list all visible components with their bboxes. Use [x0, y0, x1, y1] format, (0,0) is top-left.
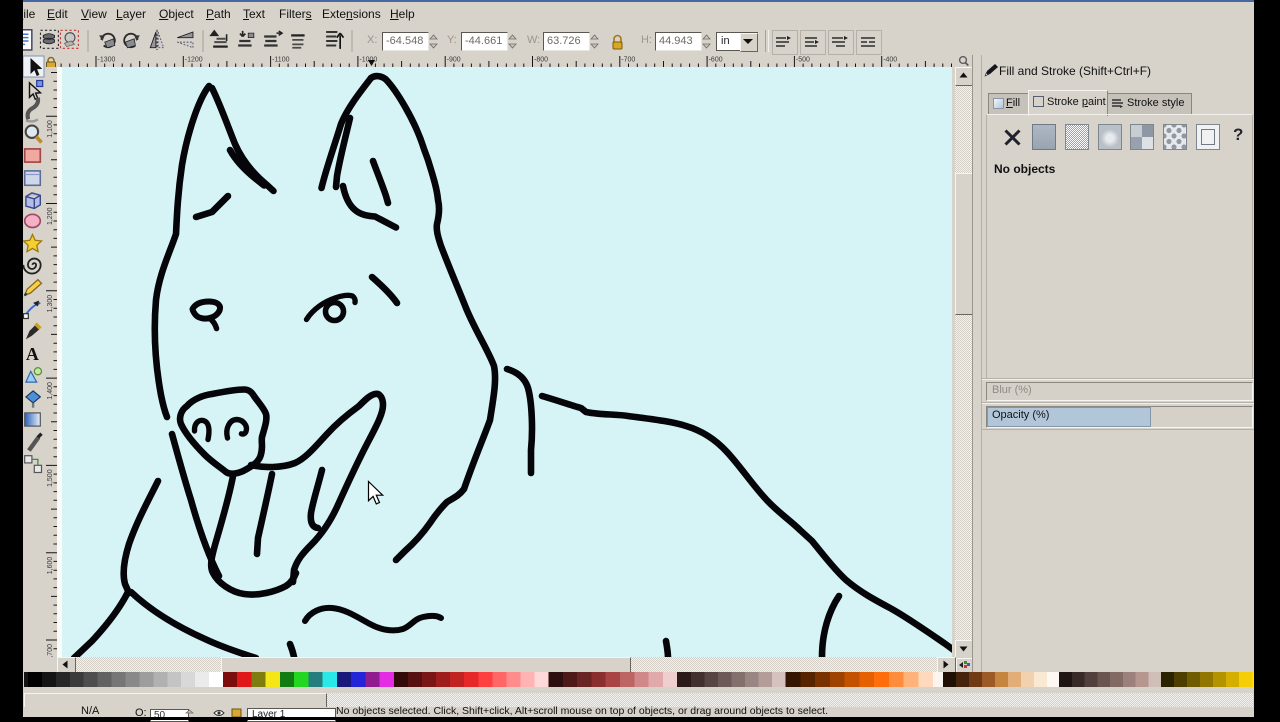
svg-text:-1100: -1100 [272, 57, 289, 64]
svg-text:1,600: 1,600 [47, 557, 54, 575]
svg-text:1,100: 1,100 [47, 120, 54, 138]
svg-text:1,500: 1,500 [47, 469, 54, 487]
svg-text:1,700: 1,700 [47, 644, 54, 657]
svg-text:1,200: 1,200 [47, 207, 54, 225]
svg-text:-400: -400 [883, 57, 897, 64]
svg-text:-800: -800 [534, 57, 548, 64]
svg-text:-1200: -1200 [185, 57, 203, 64]
svg-text:A: A [26, 344, 39, 364]
svg-text:-1300: -1300 [98, 57, 116, 64]
svg-text:-600: -600 [709, 57, 723, 64]
svg-text:1,400: 1,400 [47, 382, 54, 400]
svg-text:-900: -900 [447, 57, 461, 64]
svg-text:-500: -500 [796, 57, 810, 64]
svg-text:-700: -700 [621, 57, 635, 64]
svg-text:1,300: 1,300 [47, 295, 54, 313]
